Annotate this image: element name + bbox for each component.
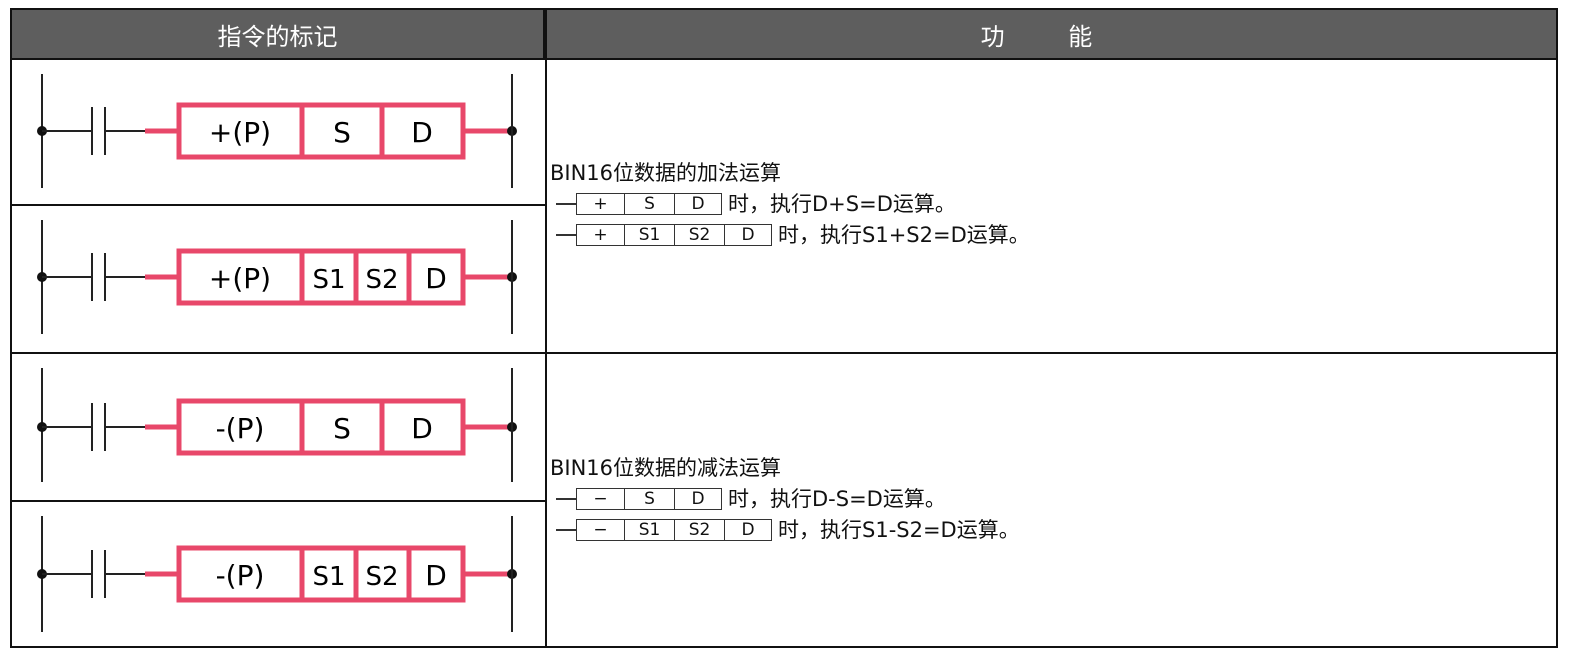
header-instruction-symbol: 指令的标记 bbox=[12, 10, 545, 60]
ladder-operand-d: D bbox=[411, 412, 433, 445]
mini-cell: − bbox=[576, 518, 624, 541]
ladder-op: -(P) bbox=[216, 559, 265, 592]
mini-instruction-box: − S D bbox=[556, 487, 722, 510]
ladder-operand-d: D bbox=[411, 116, 433, 149]
mini-cell: + bbox=[576, 223, 624, 246]
function-title: BIN16位数据的减法运算 bbox=[550, 456, 782, 480]
mini-cell: D bbox=[674, 192, 722, 215]
mini-instruction-box: + S D bbox=[556, 192, 722, 215]
function-line: − S1 S2 D 时，执行S1-S2=D运算。 bbox=[550, 514, 1020, 545]
function-sub: BIN16位数据的减法运算 − S D 时，执行D-S=D运算。 − S1 S2… bbox=[550, 453, 1020, 545]
ladder-op: +(P) bbox=[209, 116, 271, 149]
mini-cell: D bbox=[674, 487, 722, 510]
mini-instruction-box: − S1 S2 D bbox=[556, 518, 772, 541]
mini-cell: + bbox=[576, 192, 624, 215]
header-function: 功 能 bbox=[545, 10, 1556, 60]
ladder-operand-s: S bbox=[333, 116, 351, 149]
ladder-operand-d: D bbox=[425, 262, 447, 295]
ladder-op: -(P) bbox=[216, 412, 265, 445]
mini-cell: D bbox=[724, 518, 772, 541]
function-line: + S D 时，执行D+S=D运算。 bbox=[550, 188, 1030, 219]
function-line-text: 时，执行S1-S2=D运算。 bbox=[778, 517, 1020, 542]
ladder-operand-s2: S2 bbox=[365, 562, 398, 592]
mini-cell: S1 bbox=[624, 223, 674, 246]
ladder-operand-s: S bbox=[333, 412, 351, 445]
function-line-text: 时，执行D-S=D运算。 bbox=[728, 486, 946, 511]
ladder-operand-s2: S2 bbox=[365, 265, 398, 295]
function-add: BIN16位数据的加法运算 + S D 时，执行D+S=D运算。 + S1 S2… bbox=[550, 158, 1030, 250]
mini-cell: S2 bbox=[674, 518, 724, 541]
ladder-sub-s-d: -(P) S D bbox=[37, 368, 517, 482]
function-title: BIN16位数据的加法运算 bbox=[550, 161, 782, 185]
mini-cell: D bbox=[724, 223, 772, 246]
ladder-op: +(P) bbox=[209, 262, 271, 295]
instruction-table: 指令的标记 功 能 +(P) S D +(P) S1 S2 D -(P) S D… bbox=[10, 8, 1558, 648]
mini-cell: S1 bbox=[624, 518, 674, 541]
ladder-add-s1-s2-d: +(P) S1 S2 D bbox=[37, 220, 517, 334]
ladder-add-s-d: +(P) S D bbox=[37, 74, 517, 188]
mini-cell: S bbox=[624, 487, 674, 510]
ladder-operand-s1: S1 bbox=[312, 562, 345, 592]
ladder-operand-d: D bbox=[425, 559, 447, 592]
function-line-text: 时，执行S1+S2=D运算。 bbox=[778, 222, 1030, 247]
mini-cell: − bbox=[576, 487, 624, 510]
ladder-sub-s1-s2-d: -(P) S1 S2 D bbox=[37, 516, 517, 632]
column-divider bbox=[545, 10, 547, 646]
ladder-operand-s1: S1 bbox=[312, 265, 345, 295]
mini-instruction-box: + S1 S2 D bbox=[556, 223, 772, 246]
mini-cell: S bbox=[624, 192, 674, 215]
mini-cell: S2 bbox=[674, 223, 724, 246]
function-line: − S D 时，执行D-S=D运算。 bbox=[550, 483, 1020, 514]
function-line-text: 时，执行D+S=D运算。 bbox=[728, 191, 956, 216]
function-line: + S1 S2 D 时，执行S1+S2=D运算。 bbox=[550, 219, 1030, 250]
